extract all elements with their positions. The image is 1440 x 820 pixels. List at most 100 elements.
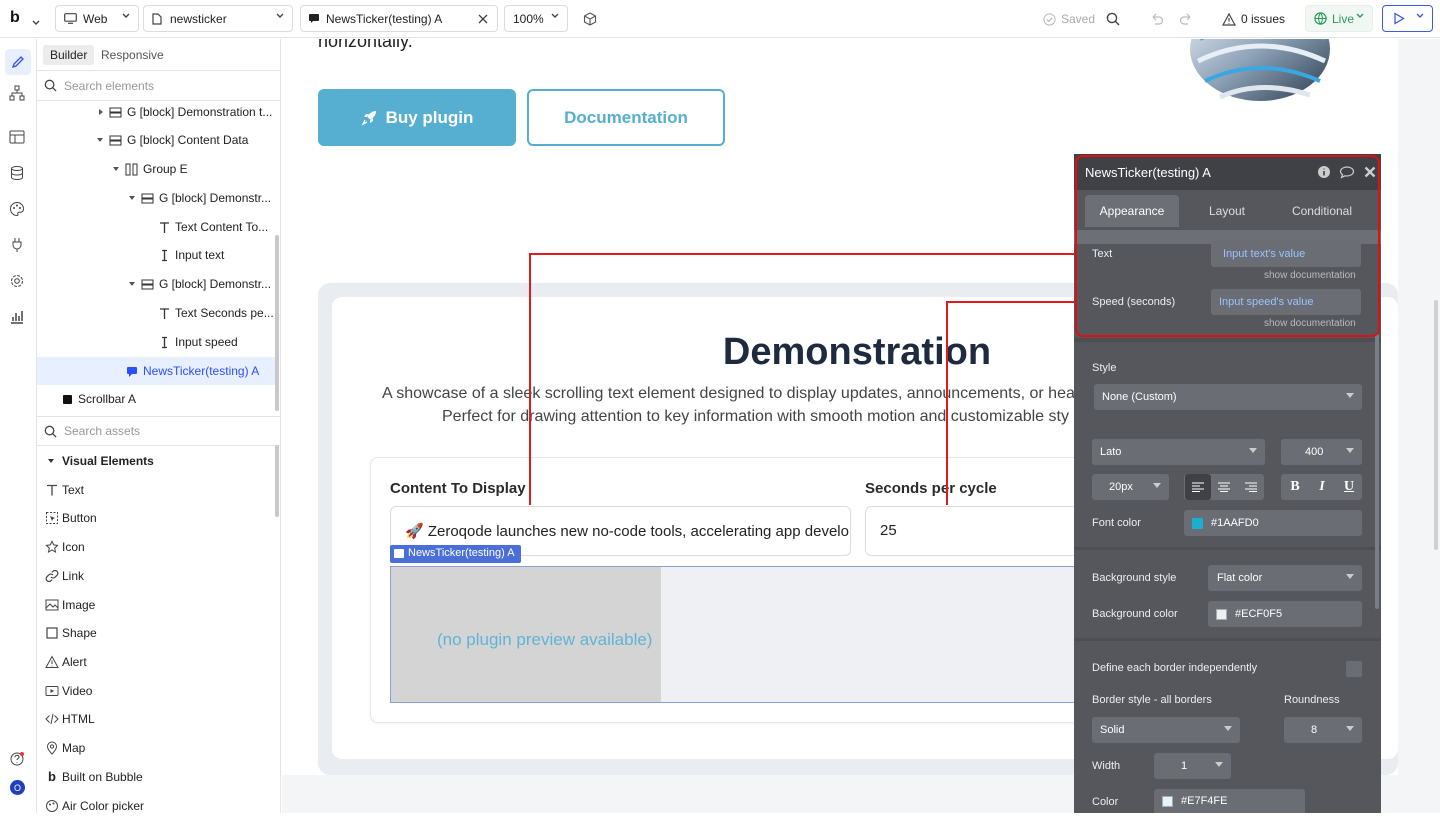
speed-field-value[interactable]: Input speed's value — [1211, 289, 1361, 315]
tab-builder[interactable]: Builder — [43, 45, 95, 65]
show-documentation-link[interactable]: show documentation — [1264, 270, 1356, 281]
search-elements-input[interactable]: Search elements — [37, 71, 281, 101]
asset-video[interactable]: Video — [37, 677, 275, 705]
tree-item[interactable]: G [block] Content Data — [37, 126, 275, 154]
undo-icon[interactable] — [1150, 12, 1164, 29]
asset-html[interactable]: HTML — [37, 705, 275, 733]
property-editor-header[interactable]: NewsTicker(testing) A — [1074, 154, 1381, 190]
underline-icon[interactable]: U — [1336, 474, 1362, 500]
live-select[interactable]: Live — [1305, 5, 1373, 32]
asset-built-on-bubble[interactable]: b Built on Bubble — [37, 763, 275, 791]
align-center-icon[interactable] — [1211, 474, 1237, 500]
asset-shape[interactable]: Shape — [37, 619, 275, 647]
background-style-select[interactable]: Flat color — [1208, 565, 1362, 591]
font-weight-select[interactable]: 400 — [1281, 439, 1362, 465]
tree-item[interactable]: Group E — [37, 155, 275, 183]
caret-down-icon[interactable] — [112, 165, 120, 173]
assets-scrollbar[interactable] — [275, 445, 279, 517]
database-icon[interactable] — [9, 165, 27, 183]
tree-item-selected[interactable]: NewsTicker(testing) A — [37, 357, 275, 385]
asset-icon[interactable]: Icon — [37, 533, 275, 561]
help-icon[interactable] — [9, 751, 27, 769]
style-select[interactable]: None (Custom) — [1094, 384, 1362, 410]
tree-item[interactable]: Text Seconds pe... — [37, 299, 275, 327]
tree-scrollbar[interactable] — [275, 235, 279, 411]
asset-map[interactable]: Map — [37, 734, 275, 762]
border-style-select[interactable]: Solid — [1092, 717, 1240, 743]
page-select[interactable]: newsticker — [143, 5, 293, 32]
buy-plugin-button[interactable]: Buy plugin — [318, 89, 516, 146]
issues-status[interactable]: 0 issues — [1222, 12, 1285, 26]
platform-select[interactable]: Web — [55, 5, 139, 32]
asset-link[interactable]: Link — [37, 562, 275, 590]
tree-item[interactable]: G [block] Demonstration t... — [37, 98, 275, 126]
asset-alert[interactable]: Alert — [37, 648, 275, 676]
avatar[interactable]: O — [10, 780, 25, 795]
text-field-value[interactable]: Input text's value — [1211, 241, 1361, 267]
layout-icon[interactable] — [9, 129, 27, 147]
tab-layout[interactable]: Layout — [1185, 195, 1269, 227]
tree-item-label: NewsTicker(testing) A — [143, 364, 260, 378]
preview-button[interactable] — [1382, 5, 1433, 32]
caret-down-icon[interactable] — [96, 136, 104, 144]
comment-icon[interactable] — [1339, 165, 1355, 179]
tree-item[interactable]: G [block] Demonstr... — [37, 270, 275, 298]
documentation-button[interactable]: Documentation — [527, 89, 725, 146]
border-independent-checkbox[interactable] — [1346, 661, 1362, 677]
newsticker-element[interactable]: (no plugin preview available) — [390, 566, 1090, 703]
search-assets-input[interactable]: Search assets — [37, 416, 281, 446]
bold-icon[interactable]: B — [1282, 474, 1308, 500]
asset-label: Shape — [62, 626, 97, 640]
demo-description-line-2: Perfect for drawing attention to key inf… — [442, 408, 1069, 425]
show-documentation-link[interactable]: show documentation — [1264, 318, 1356, 329]
plug-icon[interactable] — [9, 237, 27, 255]
property-scrollbar[interactable] — [1375, 334, 1379, 609]
close-icon[interactable] — [1363, 165, 1377, 179]
close-icon[interactable] — [478, 13, 488, 27]
caret-down-icon[interactable] — [128, 194, 136, 202]
align-left-icon[interactable] — [1185, 474, 1211, 500]
tree-item[interactable]: Text Content To... — [37, 213, 275, 241]
align-right-icon[interactable] — [1238, 474, 1264, 500]
search-icon[interactable] — [1106, 12, 1120, 29]
font-color-field[interactable]: #1AAFD0 — [1184, 510, 1362, 536]
zoom-select[interactable]: 100% — [504, 5, 568, 32]
tree-item[interactable]: Scrollbar A — [37, 385, 275, 413]
gear-icon[interactable] — [9, 273, 27, 291]
palette-icon[interactable] — [9, 201, 27, 219]
seconds-input[interactable]: 25 — [865, 506, 1095, 556]
analytics-icon[interactable] — [9, 309, 27, 327]
tree-item[interactable]: G [block] Demonstr... — [37, 184, 275, 212]
asset-button[interactable]: Button — [37, 504, 275, 532]
selected-element-tag[interactable]: NewsTicker(testing) A — [390, 545, 521, 563]
cube-icon[interactable] — [583, 12, 597, 29]
border-width-value: 1 — [1181, 760, 1188, 772]
caret-right-icon[interactable] — [97, 108, 105, 116]
info-icon[interactable] — [1317, 165, 1331, 179]
visual-elements-header[interactable]: Visual Elements — [37, 447, 275, 475]
tab-appearance[interactable]: Appearance — [1085, 195, 1179, 227]
bubble-logo[interactable]: b — [10, 9, 20, 27]
tree-item[interactable]: Input text — [37, 241, 275, 269]
border-width-select[interactable]: 1 — [1154, 753, 1231, 779]
tab-responsive[interactable]: Responsive — [94, 45, 171, 65]
pencil-icon[interactable] — [5, 49, 31, 75]
background-color-field[interactable]: #ECF0F5 — [1208, 601, 1362, 627]
workflow-icon[interactable] — [9, 85, 27, 103]
asset-text[interactable]: Text — [37, 476, 275, 504]
font-select[interactable]: Lato — [1092, 439, 1265, 465]
tab-conditional[interactable]: Conditional — [1275, 195, 1369, 227]
tree-item[interactable]: Input speed — [37, 328, 275, 356]
caret-down-icon[interactable] — [128, 280, 136, 288]
asset-image[interactable]: Image — [37, 591, 275, 619]
element-tab[interactable]: NewsTicker(testing) A — [300, 5, 498, 32]
canvas-scrollbar[interactable] — [1434, 300, 1438, 550]
italic-icon[interactable]: I — [1309, 474, 1335, 500]
border-color-field[interactable]: #E7F4FE — [1154, 789, 1305, 813]
logo-menu-chevron-icon[interactable] — [32, 15, 40, 29]
asset-air-color-picker[interactable]: Air Color picker — [37, 792, 275, 820]
roundness-select[interactable]: 8 — [1284, 717, 1362, 743]
font-size-select[interactable]: 20px — [1092, 474, 1169, 500]
font-color-value: #1AAFD0 — [1211, 517, 1259, 529]
redo-icon[interactable] — [1179, 12, 1193, 29]
